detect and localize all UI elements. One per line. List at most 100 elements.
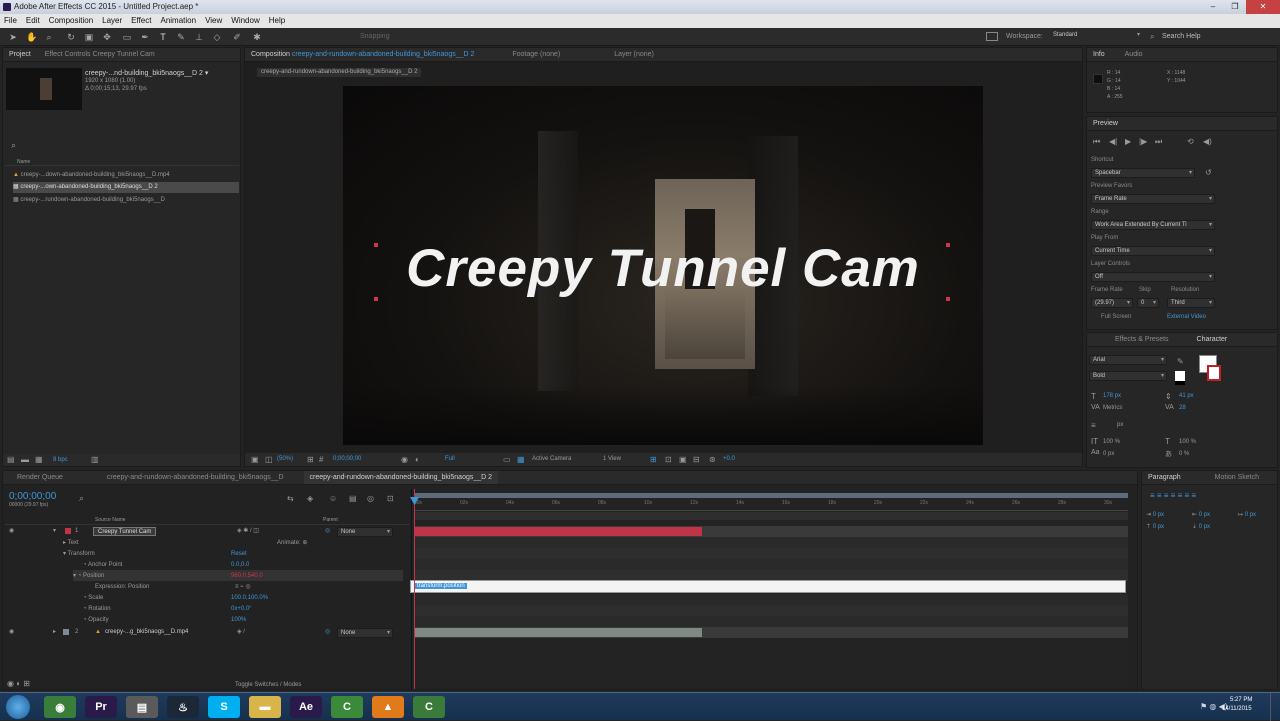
tab-effect-controls[interactable]: Effect Controls Creepy Tunnel Cam — [39, 48, 161, 61]
time-ruler[interactable]: 00s 02s 04s 06s 08s 10s 12s 14s 16s 18s 20s 22s 24s 2… — [414, 499, 1128, 511]
reset-shortcut-icon[interactable]: ↺ — [1205, 168, 1212, 177]
stopwatch-icon[interactable]: ◔ — [83, 595, 87, 601]
tab-info[interactable]: Info — [1087, 48, 1111, 61]
space-after[interactable]: ⇣ 0 px — [1192, 523, 1210, 530]
expression-text[interactable]: transform.position — [415, 583, 467, 589]
next-frame-icon[interactable]: |▶ — [1139, 137, 1147, 146]
trash-icon[interactable]: ▥ — [91, 455, 99, 464]
taskbar-skype-icon[interactable]: S — [208, 696, 240, 718]
clock-time[interactable]: 5:27 PM — [1230, 697, 1252, 703]
shy-icon[interactable]: ☺ — [329, 494, 337, 503]
layer-1-duration-bar[interactable] — [414, 527, 702, 536]
tab-preview[interactable]: Preview — [1087, 117, 1124, 130]
anchor-point-value[interactable]: 0.0,0.0 — [231, 559, 249, 570]
flowchart-icon[interactable]: ⊟ — [693, 453, 700, 466]
comp-breadcrumb[interactable]: creepy-and-rundown-abandoned-building_bk… — [257, 68, 422, 77]
taskbar-premiere-icon[interactable]: Pr — [85, 696, 117, 718]
grid-icon[interactable]: # — [319, 453, 323, 466]
toggle-switches-modes[interactable]: Toggle Switches / Modes — [235, 682, 301, 688]
audio-icon[interactable]: ◀) — [1203, 137, 1212, 146]
horizontal-scale-value[interactable]: 100 % — [1179, 439, 1196, 445]
reset-transform-button[interactable]: Reset — [231, 548, 247, 559]
opacity-value[interactable]: 100% — [231, 614, 246, 625]
expand-transform-icon[interactable]: ▾ — [63, 551, 66, 557]
camera-tool-icon[interactable]: ▣ — [84, 32, 94, 42]
fast-preview-icon[interactable]: ⊡ — [665, 453, 672, 466]
shortcut-dropdown[interactable]: Spacebar — [1091, 168, 1195, 178]
exposure-value[interactable]: +0.0 — [723, 453, 735, 466]
search-help-input[interactable]: Search Help — [1162, 33, 1201, 40]
switches-icons[interactable]: ◈ / — [237, 627, 245, 638]
parent-dropdown[interactable]: None — [337, 628, 393, 638]
mask-tool-icon[interactable]: ▭ — [122, 32, 132, 42]
tsume-value[interactable]: 0 % — [1179, 451, 1189, 457]
property-scale[interactable]: ◔ Scale 100.0,100.0% — [83, 592, 403, 603]
show-channel-icon[interactable]: ◐ — [415, 453, 420, 466]
indent-first[interactable]: ↦ 0 px — [1238, 511, 1256, 518]
toggle-transparency-icon[interactable]: ⊞ — [307, 453, 314, 466]
hand-tool-icon[interactable]: ✋ — [26, 32, 37, 42]
interpret-footage-icon[interactable]: ▤ — [7, 455, 15, 464]
taskbar-chrome-icon[interactable]: ◉ — [44, 696, 76, 718]
bpc-button[interactable]: 8 bpc — [53, 457, 68, 463]
expand-layer-icon[interactable]: ▸ — [53, 627, 56, 638]
show-desktop-button[interactable] — [1270, 693, 1280, 721]
font-family-dropdown[interactable]: Arial — [1089, 355, 1167, 365]
new-comp-icon[interactable]: ▦ — [35, 455, 43, 464]
font-size-value[interactable]: 178 px — [1103, 393, 1121, 399]
project-col-name[interactable]: Name — [17, 159, 30, 165]
first-frame-icon[interactable]: ⏮ — [1093, 137, 1100, 147]
new-folder-icon[interactable]: ▬ — [21, 455, 29, 464]
property-text[interactable]: ▸ Text Animate: ⊕ — [63, 537, 403, 548]
frame-blending-icon[interactable]: ▤ — [349, 494, 357, 503]
project-item[interactable]: ▦ creepy-...rundown-abandoned-building_b… — [13, 195, 239, 206]
timeline-footer-icons[interactable]: ◉ ◐ ⊞ — [7, 679, 30, 688]
start-button[interactable] — [6, 695, 30, 719]
indent-left[interactable]: ⇥ 0 px — [1146, 511, 1164, 518]
align-buttons[interactable]: ≡ ≡ ≡ ≡ ≡ ≡ ≡ — [1150, 491, 1196, 500]
font-style-dropdown[interactable]: Bold — [1089, 371, 1167, 381]
external-video-checkbox[interactable]: External Video — [1167, 314, 1206, 320]
property-opacity[interactable]: ◔ Opacity 100% — [83, 614, 403, 625]
current-time-display[interactable]: 0;00;00;00 — [333, 453, 361, 466]
view-layout-dropdown[interactable]: 1 View — [603, 453, 621, 466]
layer-controls-dropdown[interactable]: Off — [1091, 272, 1215, 282]
layer-name-field[interactable]: Creepy Tunnel Cam — [93, 527, 157, 536]
property-expression[interactable]: Expression: Position ≡ ⌁ ◎ — [95, 581, 395, 592]
vertical-scale-value[interactable]: 100 % — [1103, 439, 1120, 445]
taskbar-steam-icon[interactable]: ♨ — [167, 696, 199, 718]
visibility-icon[interactable]: ◉ — [9, 526, 14, 537]
loop-icon[interactable]: ⟲ — [1187, 137, 1194, 146]
stroke-color-swatch[interactable] — [1207, 365, 1221, 381]
indent-right[interactable]: ⇤ 0 px — [1192, 511, 1210, 518]
project-search-icon[interactable]: ⌕ — [11, 140, 16, 151]
menu-edit[interactable]: Edit — [26, 14, 40, 28]
tab-composition[interactable]: Composition creepy-and-rundown-abandoned… — [245, 48, 480, 61]
visibility-icon[interactable]: ◉ — [9, 627, 14, 638]
menu-help[interactable]: Help — [269, 14, 285, 28]
taskbar-camtasia-recorder-icon[interactable]: C — [413, 696, 445, 718]
expand-position-icon[interactable]: ▾ — [73, 573, 76, 579]
reset-exposure-icon[interactable]: ⊛ — [709, 453, 716, 466]
label-color-icon[interactable] — [63, 629, 69, 635]
space-before[interactable]: ⇡ 0 px — [1146, 523, 1164, 530]
menu-composition[interactable]: Composition — [49, 14, 93, 28]
scale-value[interactable]: 100.0,100.0% — [231, 592, 268, 603]
resolution-dropdown[interactable]: Full — [445, 453, 455, 466]
property-rotation[interactable]: ◔ Rotation 0x+0.0° — [83, 603, 403, 614]
mask-visibility-icon[interactable]: ◫ — [265, 453, 273, 466]
skip-dropdown[interactable]: 0 — [1137, 298, 1159, 308]
work-area-range[interactable] — [414, 493, 1128, 498]
zoom-tool-icon[interactable]: ⌕ — [44, 32, 54, 42]
expression-field[interactable]: transform.position — [410, 580, 1126, 593]
tab-motion-sketch[interactable]: Motion Sketch — [1209, 471, 1265, 484]
tab-footage[interactable]: Footage (none) — [506, 48, 566, 61]
region-of-interest-icon[interactable]: ▭ — [503, 453, 511, 466]
current-time-indicator[interactable] — [414, 489, 415, 689]
rotate-tool-icon[interactable]: ↻ — [66, 32, 76, 42]
snapshot-icon[interactable]: ◉ — [401, 453, 408, 466]
last-frame-icon[interactable]: ⏭ — [1155, 137, 1162, 147]
tab-effects-presets[interactable]: Effects & Presets — [1109, 333, 1175, 346]
brush-tool-icon[interactable]: ✎ — [176, 32, 186, 42]
col-parent[interactable]: Parent — [323, 515, 338, 524]
